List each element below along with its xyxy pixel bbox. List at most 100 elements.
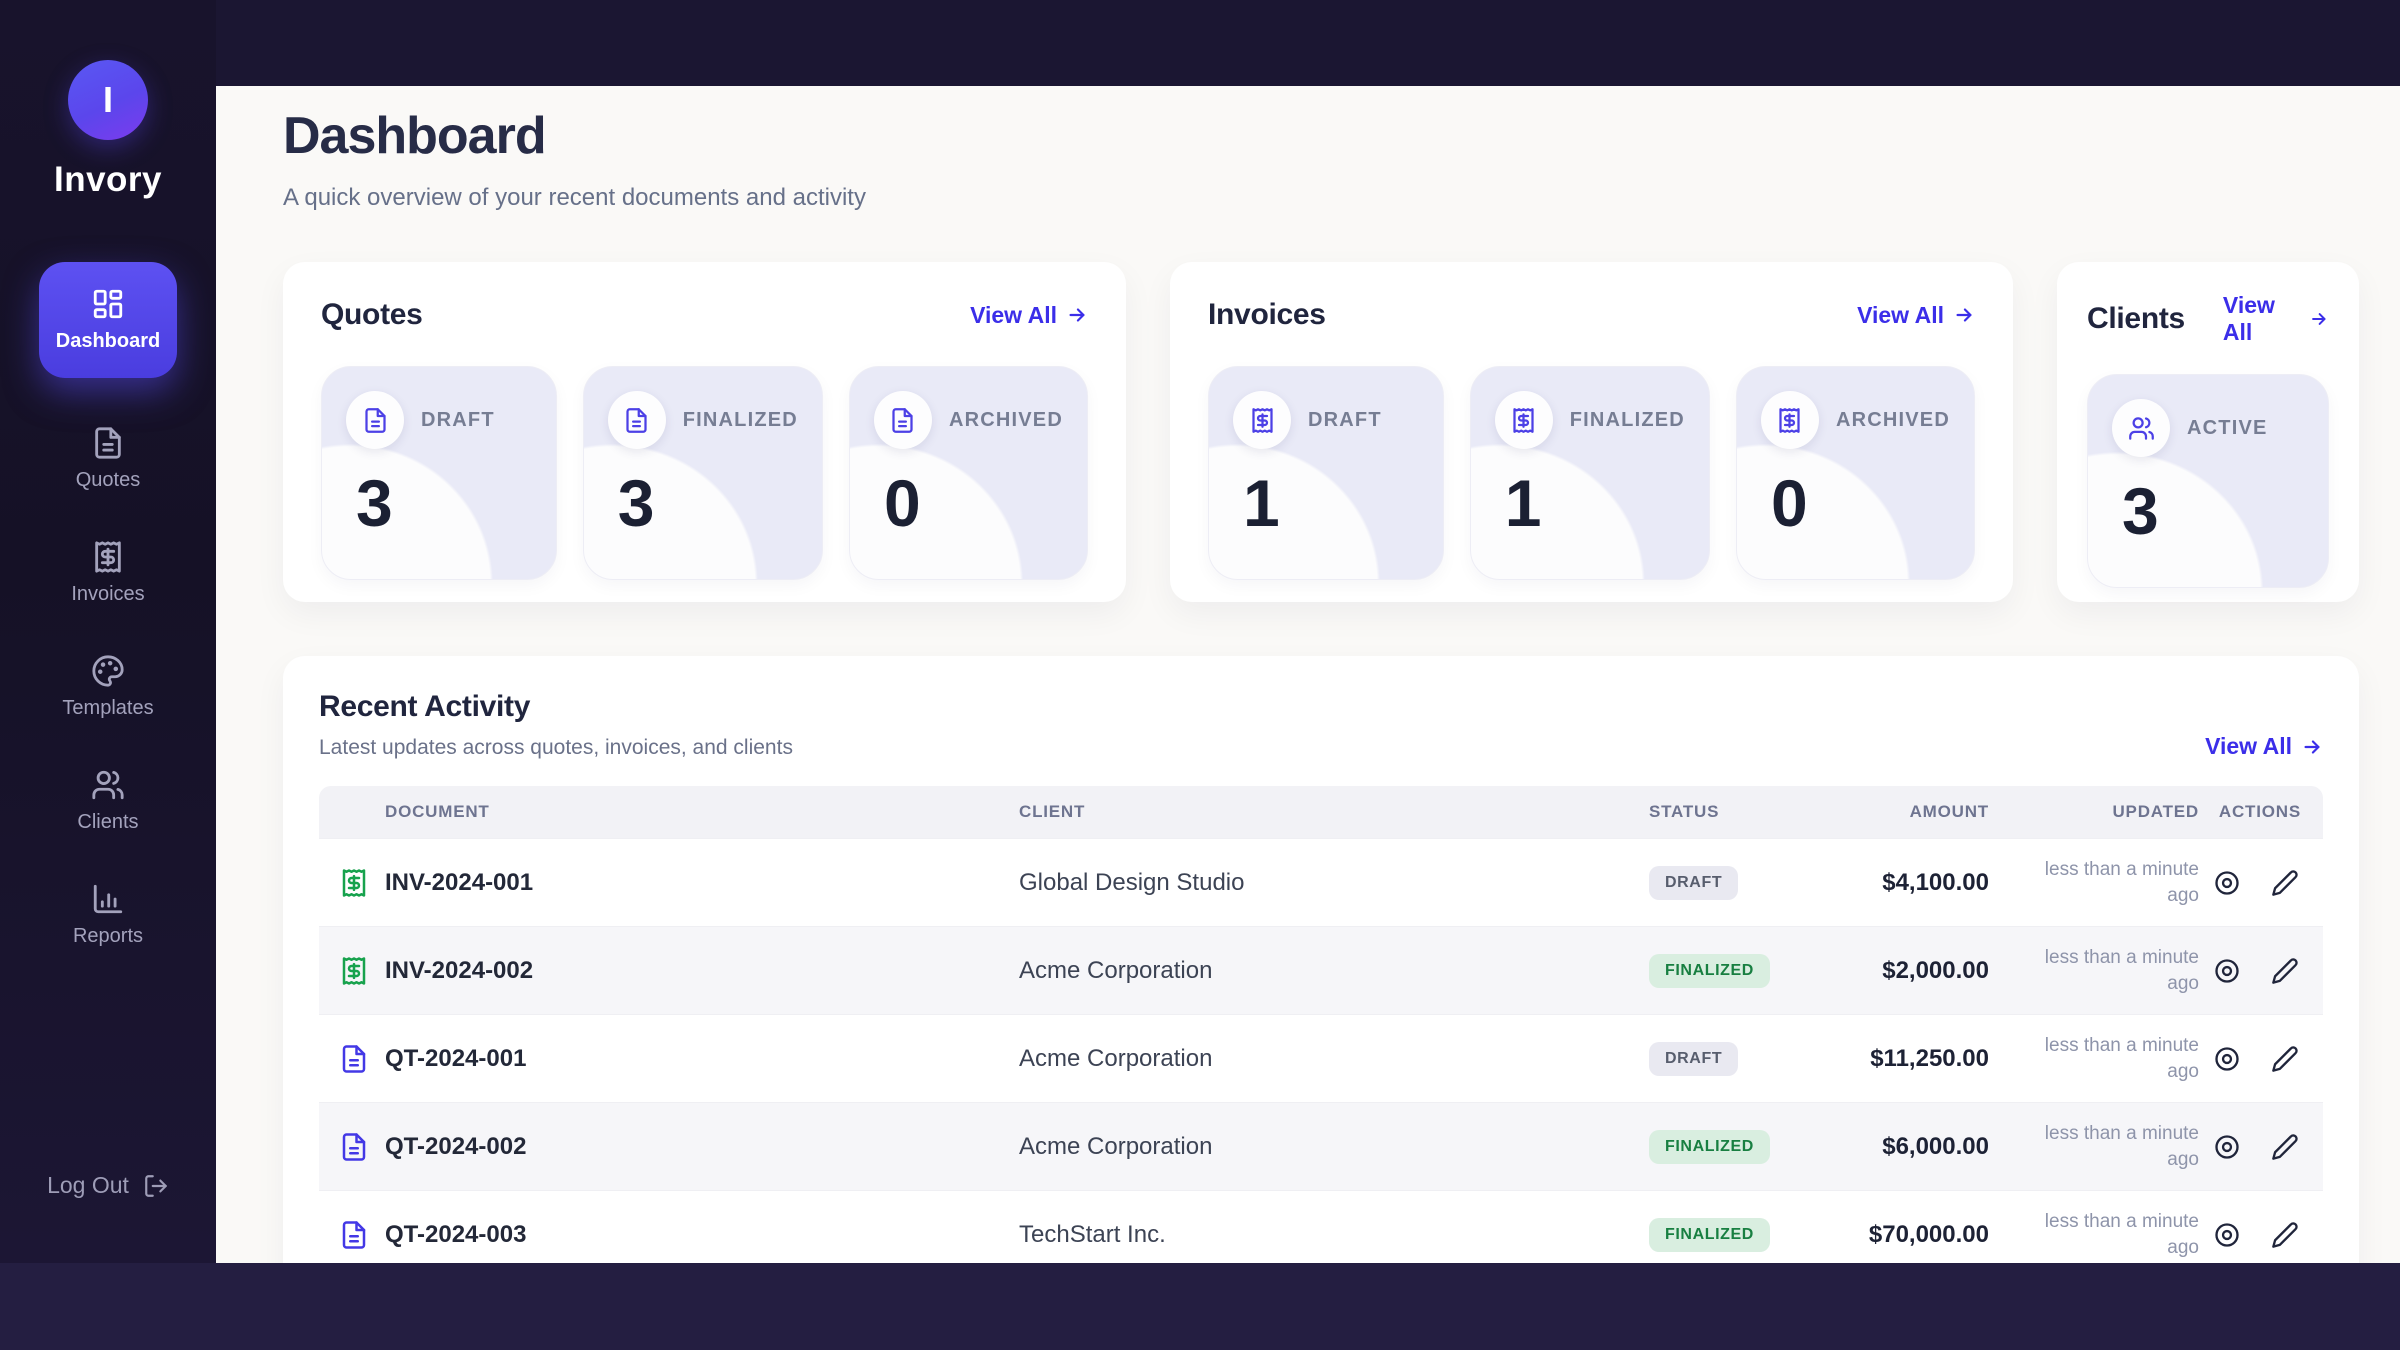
arrow-right-icon (2301, 736, 2323, 758)
activity-table: DOCUMENT CLIENT STATUS AMOUNT UPDATED AC… (319, 786, 2323, 1263)
stat-value: 1 (1505, 465, 1685, 541)
amount: $2,000.00 (1819, 957, 1989, 985)
recent-activity-card: Recent Activity Latest updates across qu… (283, 656, 2359, 1263)
view-document-button[interactable] (2211, 1043, 2243, 1075)
status-badge: FINALIZED (1649, 1218, 1770, 1252)
stat-label: DRAFT (421, 409, 495, 432)
view-document-button[interactable] (2211, 867, 2243, 899)
eye-icon (2213, 1045, 2241, 1073)
stat-label: ARCHIVED (949, 409, 1063, 432)
column-header-amount: AMOUNT (1819, 802, 1989, 822)
sidebar-item-label: Reports (73, 925, 143, 948)
column-header-client: CLIENT (1019, 802, 1649, 822)
logout-icon (143, 1173, 169, 1199)
pencil-icon (2271, 957, 2299, 985)
stat-label: ARCHIVED (1836, 409, 1950, 432)
clients-card: Clients View All ACTIVE 3 (2057, 262, 2359, 602)
document-id: QT-2024-003 (385, 1221, 1019, 1249)
stat-label: ACTIVE (2187, 417, 2268, 440)
recent-activity-title: Recent Activity (319, 690, 793, 724)
sidebar-item-label: Dashboard (56, 330, 160, 353)
edit-document-button[interactable] (2269, 1219, 2301, 1251)
eye-icon (2213, 1221, 2241, 1249)
quote-icon (339, 1132, 385, 1162)
sidebar-item-reports[interactable]: Reports (73, 882, 143, 948)
quotes-view-all-link[interactable]: View All (970, 302, 1088, 329)
invoice-icon (339, 956, 385, 986)
invoice-icon (339, 868, 385, 898)
quote-icon (339, 1044, 385, 1074)
sidebar-item-quotes[interactable]: Quotes (76, 426, 140, 492)
arrow-right-icon (1066, 304, 1088, 326)
clients-active-tile: ACTIVE 3 (2087, 374, 2329, 588)
table-row[interactable]: INV-2024-001 Global Design Studio DRAFT … (319, 838, 2323, 926)
sidebar-item-dashboard[interactable]: Dashboard (39, 262, 177, 378)
edit-document-button[interactable] (2269, 1131, 2301, 1163)
edit-document-button[interactable] (2269, 1043, 2301, 1075)
document-id: QT-2024-001 (385, 1045, 1019, 1073)
users-icon (91, 768, 125, 802)
updated-time: less than a minute ago (1989, 857, 2199, 908)
invoices-card-title: Invoices (1208, 298, 1326, 332)
quotes-draft-tile: DRAFT 3 (321, 366, 557, 580)
stat-label: DRAFT (1308, 409, 1382, 432)
eye-icon (2213, 1133, 2241, 1161)
stat-value: 3 (618, 465, 798, 541)
document-id: INV-2024-002 (385, 957, 1019, 985)
client-name: TechStart Inc. (1019, 1221, 1649, 1249)
edit-document-button[interactable] (2269, 867, 2301, 899)
edit-document-button[interactable] (2269, 955, 2301, 987)
pencil-icon (2271, 1045, 2299, 1073)
pencil-icon (2271, 1221, 2299, 1249)
view-all-label: View All (1857, 302, 1944, 329)
amount: $11,250.00 (1819, 1045, 1989, 1073)
view-document-button[interactable] (2211, 1131, 2243, 1163)
sidebar-item-templates[interactable]: Templates (62, 654, 153, 720)
amount: $6,000.00 (1819, 1133, 1989, 1161)
table-row[interactable]: QT-2024-002 Acme Corporation FINALIZED $… (319, 1102, 2323, 1190)
status-badge: FINALIZED (1649, 954, 1770, 988)
quotes-card-title: Quotes (321, 298, 423, 332)
invoices-view-all-link[interactable]: View All (1857, 302, 1975, 329)
invoices-draft-tile: DRAFT 1 (1208, 366, 1444, 580)
invoices-archived-tile: ARCHIVED 0 (1736, 366, 1975, 580)
view-document-button[interactable] (2211, 1219, 2243, 1251)
activity-view-all-link[interactable]: View All (2205, 733, 2323, 760)
table-row[interactable]: QT-2024-003 TechStart Inc. FINALIZED $70… (319, 1190, 2323, 1263)
pencil-icon (2271, 869, 2299, 897)
sidebar: I Invory Dashboard Quotes Invoices Templ… (0, 0, 216, 1263)
updated-time: less than a minute ago (1989, 1209, 2199, 1260)
table-row[interactable]: QT-2024-001 Acme Corporation DRAFT $11,2… (319, 1014, 2323, 1102)
amount: $4,100.00 (1819, 869, 1989, 897)
palette-icon (91, 654, 125, 688)
updated-time: less than a minute ago (1989, 1033, 2199, 1084)
view-all-label: View All (2205, 733, 2292, 760)
logout-label: Log Out (47, 1172, 129, 1199)
updated-time: less than a minute ago (1989, 945, 2199, 996)
column-header-actions: ACTIONS (2199, 802, 2323, 822)
sidebar-item-label: Quotes (76, 469, 140, 492)
clients-card-title: Clients (2087, 302, 2185, 336)
logout-button[interactable]: Log Out (47, 1172, 169, 1199)
page-subtitle: A quick overview of your recent document… (283, 184, 2360, 212)
stat-value: 3 (356, 465, 532, 541)
clients-view-all-link[interactable]: View All (2223, 292, 2329, 346)
table-header-row: DOCUMENT CLIENT STATUS AMOUNT UPDATED AC… (319, 786, 2323, 838)
client-name: Acme Corporation (1019, 1133, 1649, 1161)
summary-cards: Quotes View All DRAFT 3 (283, 262, 2360, 602)
file-text-icon (346, 391, 404, 449)
stat-label: FINALIZED (1570, 409, 1685, 432)
stat-value: 0 (884, 465, 1063, 541)
client-name: Global Design Studio (1019, 869, 1649, 897)
eye-icon (2213, 957, 2241, 985)
view-document-button[interactable] (2211, 955, 2243, 987)
sidebar-item-clients[interactable]: Clients (77, 768, 138, 834)
invoices-card: Invoices View All DRAFT 1 (1170, 262, 2013, 602)
sidebar-item-label: Templates (62, 697, 153, 720)
quotes-finalized-tile: FINALIZED 3 (583, 366, 823, 580)
sidebar-item-invoices[interactable]: Invoices (71, 540, 144, 606)
table-row[interactable]: INV-2024-002 Acme Corporation FINALIZED … (319, 926, 2323, 1014)
stat-value: 3 (2122, 473, 2304, 549)
quote-icon (339, 1220, 385, 1250)
column-header-updated: UPDATED (1989, 802, 2199, 822)
